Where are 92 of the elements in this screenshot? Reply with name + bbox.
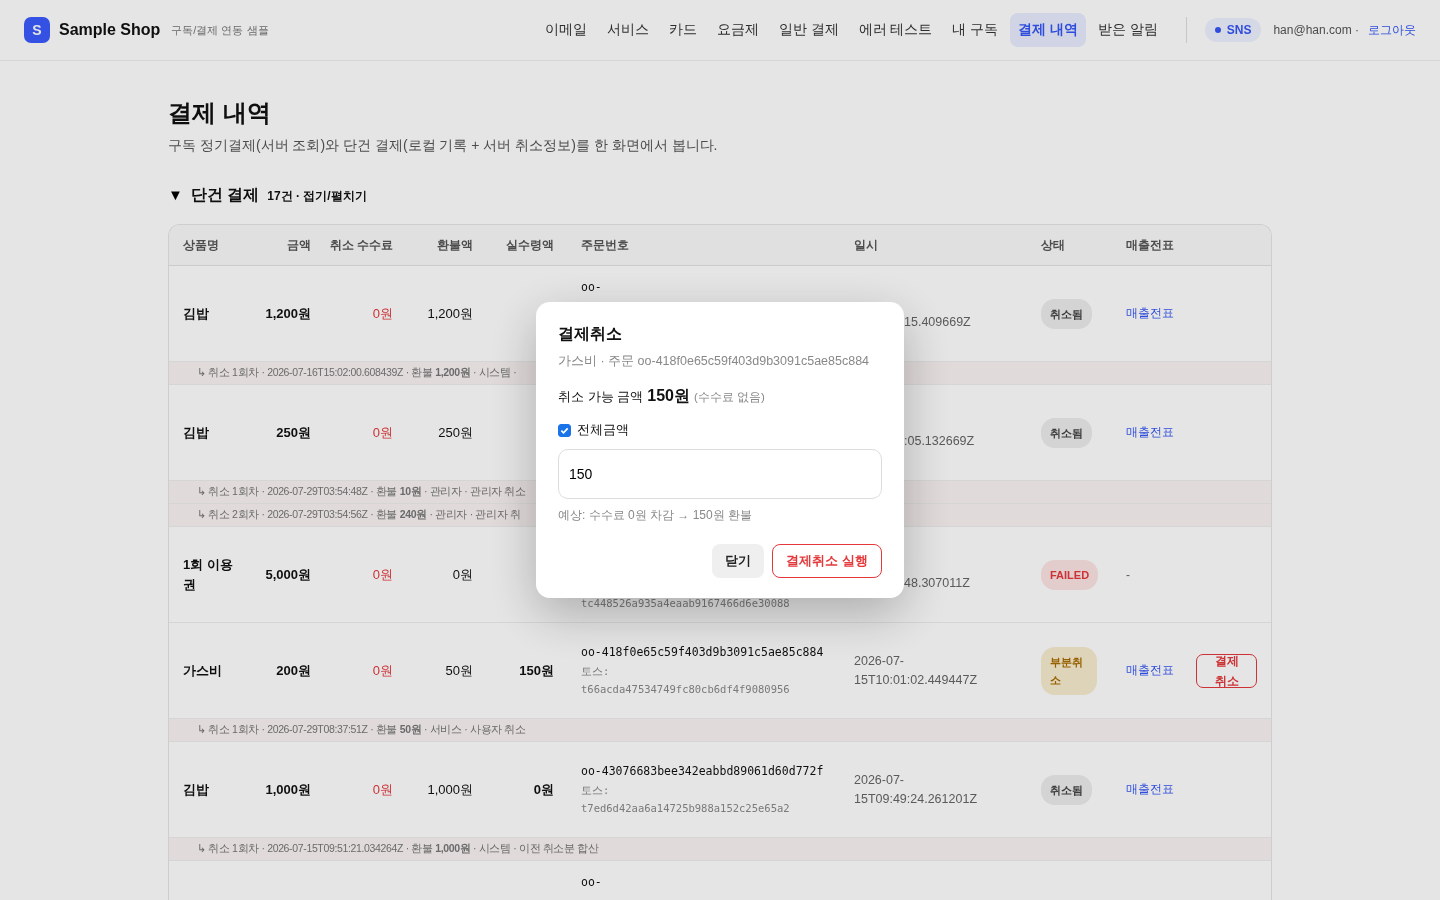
available-label: 취소 가능 금액 (558, 388, 644, 406)
amount-cell-text: 200원 (275, 661, 311, 680)
section-title: 단건 결제 (190, 185, 260, 205)
available-amount: 150원 (647, 386, 690, 406)
column-header: 상태 (1041, 236, 1066, 254)
fee-cell-text: 0원 (371, 661, 393, 680)
refund-cell-text: 1,000원 (426, 780, 473, 799)
toss-payment-id: tc448526a935a4eaab9167466d6e30088 (581, 596, 791, 611)
column-header: 환불액 (436, 236, 473, 254)
status-badge: 취소됨 (1041, 417, 1092, 448)
toss-payment-id: t7ed6d42aa6a14725b988a152c25e65a2 (581, 800, 791, 816)
receipt-cell-text: - (1126, 567, 1131, 582)
confirm-cancel-button[interactable]: 결제취소 실행 (772, 544, 882, 578)
toss-label: 토스: (581, 663, 611, 679)
status-badge: 취소됨 (1041, 774, 1092, 805)
column-header: 일시 (854, 236, 879, 254)
toss-payment-id: t66acda47534749fc80cb6df4f9080956 (581, 681, 791, 697)
net-amount-cell-text: 150원 (518, 661, 554, 680)
date-cell-text: 2026-07-15T09:49:24.261201Z (854, 771, 979, 808)
receipt-link[interactable]: 매출전표 (1126, 305, 1196, 322)
nav-link[interactable]: 서비스 (598, 13, 657, 47)
product-name: 가스비 (183, 661, 223, 680)
fee-cell-text: 0원 (371, 423, 393, 442)
amount-cell-text: 5,000원 (264, 565, 311, 584)
refund-estimate: 예상: 수수료 0원 차감 → 150원 환불 (558, 507, 754, 524)
fee-note: (수수료 없음) (693, 390, 765, 405)
tagline: 구독/결제 연동 샘플 (171, 22, 269, 38)
full-amount-checkbox[interactable] (558, 423, 571, 437)
amount-cell-text: 1,000원 (264, 780, 311, 799)
nav-link[interactable]: 받은 알림 (1090, 13, 1166, 47)
brand-name: Sample Shop (59, 21, 161, 39)
nav-link[interactable]: 요금제 (708, 13, 767, 47)
nav-link[interactable]: 결제 내역 (1010, 13, 1086, 47)
order-number: oo- (581, 874, 603, 891)
product-name: 김밥 (183, 304, 210, 323)
cancellation-note: ↳ 취소 1회차 · 2026-07-29T03:54:48Z · 환불 10원 · 관리자 · 관리자 취소 (197, 485, 526, 499)
order-number: oo-43076683bee342eabbd89061d60d772f (581, 762, 825, 780)
refund-cell-text: 1,200원 (426, 304, 473, 323)
logout-link[interactable]: 로그아웃 (1368, 21, 1416, 39)
column-header: 취소 수수료 (328, 236, 393, 254)
page-description: 구독 정기결제(서버 조회)와 단건 결제(로컬 기록 + 서버 취소정보)를 한 화면에서 봅니다. (168, 137, 719, 155)
status-badge: 취소됨 (1041, 298, 1092, 329)
refund-cell-text: 250원 (437, 423, 473, 442)
fee-cell-text: 0원 (371, 304, 393, 323)
section-meta[interactable]: 17건 · 접기/펼치기 (267, 188, 367, 205)
column-header: 매출전표 (1126, 236, 1175, 254)
cancellation-note: ↳ 취소 1회차 · 2026-07-16T15:02:00.608439Z · 환불 1,200원 · 시스템 · (197, 366, 517, 380)
column-header: 실수령액 (505, 236, 554, 254)
checkbox-label: 전체금액 (577, 421, 629, 439)
column-header: 금액 (286, 236, 311, 254)
product-name: 1회 이용권 (183, 555, 234, 594)
user-email: han@han.com · (1273, 23, 1359, 37)
nav-link[interactable]: 에러 테스트 (850, 13, 941, 47)
nav-link[interactable]: 이메일 (536, 13, 595, 47)
cancellation-note: ↳ 취소 1회차 · 2026-07-29T08:37:51Z · 환불 50원 · 서비스 · 사용자 취소 (197, 723, 526, 737)
column-header: 주문번호 (580, 236, 630, 254)
dialog-title: 결제취소 (558, 324, 623, 344)
refund-cell-text: 0원 (451, 565, 473, 584)
toss-label: 토스: (581, 782, 611, 798)
fee-cell-text: 0원 (371, 565, 393, 584)
cancel-payment-button[interactable]: 결제 취소 (1196, 653, 1257, 688)
order-number: oo- (581, 279, 603, 296)
refund-cell-text: 50원 (444, 661, 473, 680)
nav-link[interactable]: 내 구독 (944, 13, 1007, 47)
nav-link[interactable]: 카드 (660, 13, 705, 47)
close-button[interactable]: 닫기 (712, 544, 765, 578)
date-cell-text: 15.409669Z (904, 314, 971, 331)
amount-cell-text: 250원 (275, 423, 311, 442)
date-cell-text: 2026-07-15T10:01:02.449447Z (854, 652, 979, 689)
net-amount-cell-text: 0원 (532, 780, 554, 799)
dialog-subtitle: 가스비 · 주문 oo-418f0e65c59f403d9b3091c5ae85c884 (558, 353, 871, 370)
receipt-link[interactable]: 매출전표 (1126, 424, 1196, 441)
status-badge: 부분취소 (1041, 646, 1097, 695)
cancellation-note: ↳ 취소 2회차 · 2026-07-29T03:54:56Z · 환불 240원 · 관리자 · 관리자 취 (197, 508, 521, 522)
collapse-toggle[interactable]: ▼ (168, 186, 183, 203)
amount-cell-text: 1,200원 (264, 304, 311, 323)
column-header: 상품명 (183, 236, 220, 254)
date-cell-text: :05.132669Z (904, 433, 975, 450)
nav-link[interactable]: 일반 결제 (770, 13, 847, 47)
receipt-link[interactable]: 매출전표 (1126, 781, 1196, 798)
logo-icon: S (24, 17, 50, 43)
cancellation-note: ↳ 취소 1회차 · 2026-07-15T09:51:21.034264Z · 환불 1,000원 · 시스템 · 이전 취소분 합산 (197, 842, 599, 856)
page-title: 결제 내역 (168, 98, 272, 128)
order-number: oo-418f0e65c59f403d9b3091c5ae85c884 (581, 643, 825, 661)
status-badge: FAILED (1041, 559, 1099, 590)
date-cell-text: 48.307011Z (904, 575, 970, 592)
product-name: 김밥 (183, 780, 210, 799)
amount-input[interactable]: 150 (558, 449, 882, 499)
receipt-link[interactable]: 매출전표 (1126, 662, 1196, 679)
fee-cell-text: 0원 (371, 780, 393, 799)
login-badge: SNS (1204, 18, 1262, 42)
product-name: 김밥 (183, 423, 210, 442)
